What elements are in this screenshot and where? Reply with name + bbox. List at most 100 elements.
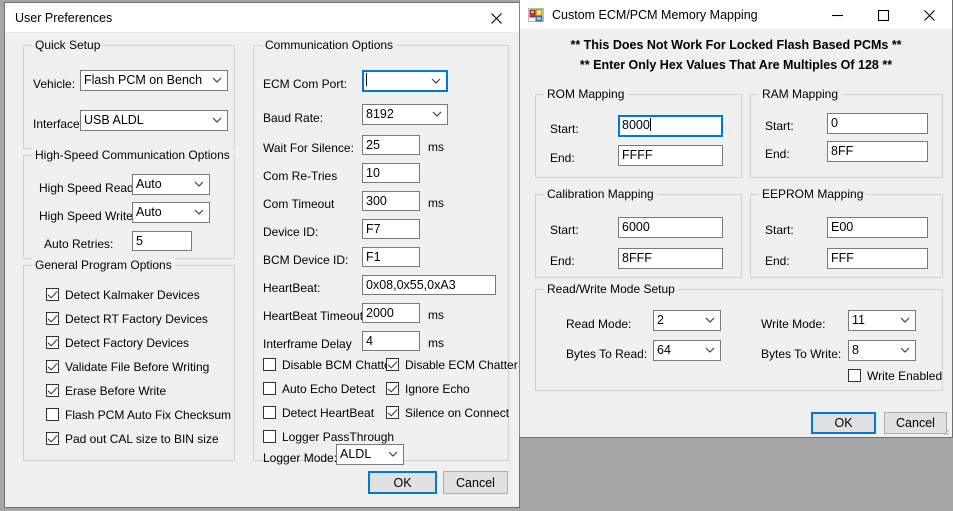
option-label: Pad out CAL size to BIN size: [65, 431, 219, 446]
memory-mapping-title: Custom ECM/PCM Memory Mapping: [552, 7, 758, 22]
checkbox-icon[interactable]: [263, 382, 276, 395]
memory-mapping-titlebar[interactable]: Custom ECM/PCM Memory Mapping: [520, 0, 952, 30]
high-speed-write-select[interactable]: Auto: [132, 202, 210, 223]
option-flash-pcm-auto-fix-checksum[interactable]: Flash PCM Auto Fix Checksum: [46, 408, 231, 421]
option-detect-rt-factory-devices[interactable]: Detect RT Factory Devices: [46, 312, 208, 325]
checkbox-icon[interactable]: [386, 382, 399, 395]
bytes-to-read-select[interactable]: 64: [653, 340, 721, 361]
close-icon[interactable]: [906, 0, 952, 30]
write-mode-select[interactable]: 11: [848, 310, 916, 331]
resize-grip[interactable]: [940, 425, 950, 435]
interface-select[interactable]: USB ALDL: [80, 110, 228, 131]
memory-mapping-window-controls: [814, 0, 952, 30]
checkbox-icon[interactable]: [46, 384, 59, 397]
interframe-delay-input[interactable]: 4: [362, 331, 420, 351]
bytes-to-write-select[interactable]: 8: [848, 340, 916, 361]
close-icon[interactable]: [473, 3, 519, 33]
checkbox-icon[interactable]: [46, 360, 59, 373]
maximize-icon[interactable]: [860, 0, 906, 30]
heartbeat-timeout-input[interactable]: 2000: [362, 303, 420, 323]
wait-for-silence-input[interactable]: 25: [362, 135, 420, 155]
ecm-com-port-label: ECM Com Port:: [263, 77, 348, 91]
ram-end-input[interactable]: 8FF: [827, 141, 928, 162]
checkbox-icon[interactable]: [46, 312, 59, 325]
auto-retries-input[interactable]: 5: [132, 231, 192, 251]
checkbox-icon[interactable]: [386, 358, 399, 371]
read-mode-select[interactable]: 2: [653, 310, 721, 331]
checkbox-icon[interactable]: [46, 432, 59, 445]
bytes-to-write-value: 8: [852, 343, 859, 357]
eeprom-end-input[interactable]: FFF: [827, 248, 928, 269]
option-validate-file-before-writing[interactable]: Validate File Before Writing: [46, 360, 209, 373]
option-pad-out-cal-size[interactable]: Pad out CAL size to BIN size: [46, 432, 219, 445]
ecm-com-port-select[interactable]: [362, 70, 448, 92]
com-timeout-unit: ms: [428, 196, 444, 210]
option-auto-echo-detect[interactable]: Auto Echo Detect: [263, 382, 375, 395]
checkbox-icon[interactable]: [263, 358, 276, 371]
heartbeat-input[interactable]: 0x08,0x55,0xA3: [362, 275, 496, 295]
preferences-ok-button[interactable]: OK: [368, 471, 437, 494]
chevron-down-glyph: [900, 317, 910, 323]
option-label: Disable BCM Chatter: [282, 357, 395, 372]
heartbeat-timeout-label: HeartBeat Timeout: [263, 309, 364, 323]
ram-mapping-legend: RAM Mapping: [759, 87, 842, 101]
device-id-input[interactable]: F7: [362, 219, 420, 239]
option-silence-on-connect[interactable]: Silence on Connect: [386, 406, 509, 419]
com-timeout-input[interactable]: 300: [362, 191, 420, 211]
option-label: Logger PassThrough: [282, 429, 395, 444]
option-ignore-echo[interactable]: Ignore Echo: [386, 382, 470, 395]
ram-end-label: End:: [765, 147, 790, 161]
bcm-device-id-input[interactable]: F1: [362, 247, 420, 267]
option-disable-bcm-chatter[interactable]: Disable BCM Chatter: [263, 358, 395, 371]
option-logger-passthrough[interactable]: Logger PassThrough: [263, 430, 394, 443]
checkbox-icon[interactable]: [46, 336, 59, 349]
com-retries-input[interactable]: 10: [362, 163, 420, 183]
minimize-icon[interactable]: [814, 0, 860, 30]
baud-rate-select[interactable]: 8192: [362, 104, 448, 125]
user-preferences-window-controls: [473, 3, 519, 33]
eeprom-start-label: Start:: [765, 223, 794, 237]
ram-start-label: Start:: [765, 119, 794, 133]
calibration-start-input[interactable]: 6000: [618, 217, 723, 238]
bytes-to-write-label: Bytes To Write:: [761, 347, 842, 361]
chevron-down-icon: [899, 341, 911, 360]
high-speed-read-select[interactable]: Auto: [132, 174, 210, 195]
high-speed-read-value: Auto: [136, 177, 162, 191]
memory-mapping-ok-button[interactable]: OK: [811, 412, 876, 434]
eeprom-start-input[interactable]: E00: [827, 217, 928, 238]
vehicle-select[interactable]: Flash PCM on Bench: [80, 70, 228, 91]
checkbox-icon[interactable]: [848, 369, 861, 382]
checkbox-icon[interactable]: [263, 430, 276, 443]
high-speed-read-label: High Speed Read: [39, 181, 134, 195]
write-mode-value: 11: [852, 313, 865, 327]
general-program-options-group: General Program Options Detect Kalmaker …: [23, 258, 235, 461]
option-detect-factory-devices[interactable]: Detect Factory Devices: [46, 336, 189, 349]
option-disable-ecm-chatter[interactable]: Disable ECM Chatter: [386, 358, 518, 371]
read-mode-value: 2: [657, 313, 664, 327]
user-preferences-titlebar[interactable]: User Preferences: [5, 3, 519, 33]
rom-start-input[interactable]: 8000: [618, 115, 723, 137]
calibration-end-input[interactable]: 8FFF: [618, 248, 723, 269]
calibration-mapping-legend: Calibration Mapping: [544, 187, 657, 201]
chevron-down-icon: [211, 111, 223, 130]
heartbeat-label: HeartBeat:: [263, 281, 321, 295]
rom-end-input[interactable]: FFFF: [618, 145, 723, 166]
chevron-down-icon: [193, 175, 205, 194]
checkbox-icon[interactable]: [263, 406, 276, 419]
write-mode-label: Write Mode:: [761, 317, 826, 331]
option-write-enabled[interactable]: Write Enabled: [848, 369, 942, 382]
checkbox-icon[interactable]: [46, 288, 59, 301]
option-erase-before-write[interactable]: Erase Before Write: [46, 384, 166, 397]
checkbox-icon[interactable]: [386, 406, 399, 419]
option-detect-heartbeat[interactable]: Detect HeartBeat: [263, 406, 374, 419]
logger-mode-select[interactable]: ALDL: [336, 444, 404, 465]
option-detect-kalmaker-devices[interactable]: Detect Kalmaker Devices: [46, 288, 200, 301]
bcm-device-id-label: BCM Device ID:: [263, 253, 349, 267]
ram-start-input[interactable]: 0: [827, 113, 928, 134]
memory-mapping-cancel-button[interactable]: Cancel: [884, 412, 947, 434]
preferences-cancel-button[interactable]: Cancel: [443, 471, 508, 494]
chevron-down-glyph: [194, 209, 204, 215]
checkbox-icon[interactable]: [46, 408, 59, 421]
communication-options-legend: Communication Options: [262, 38, 397, 52]
resize-grip-glyph: [944, 430, 949, 435]
